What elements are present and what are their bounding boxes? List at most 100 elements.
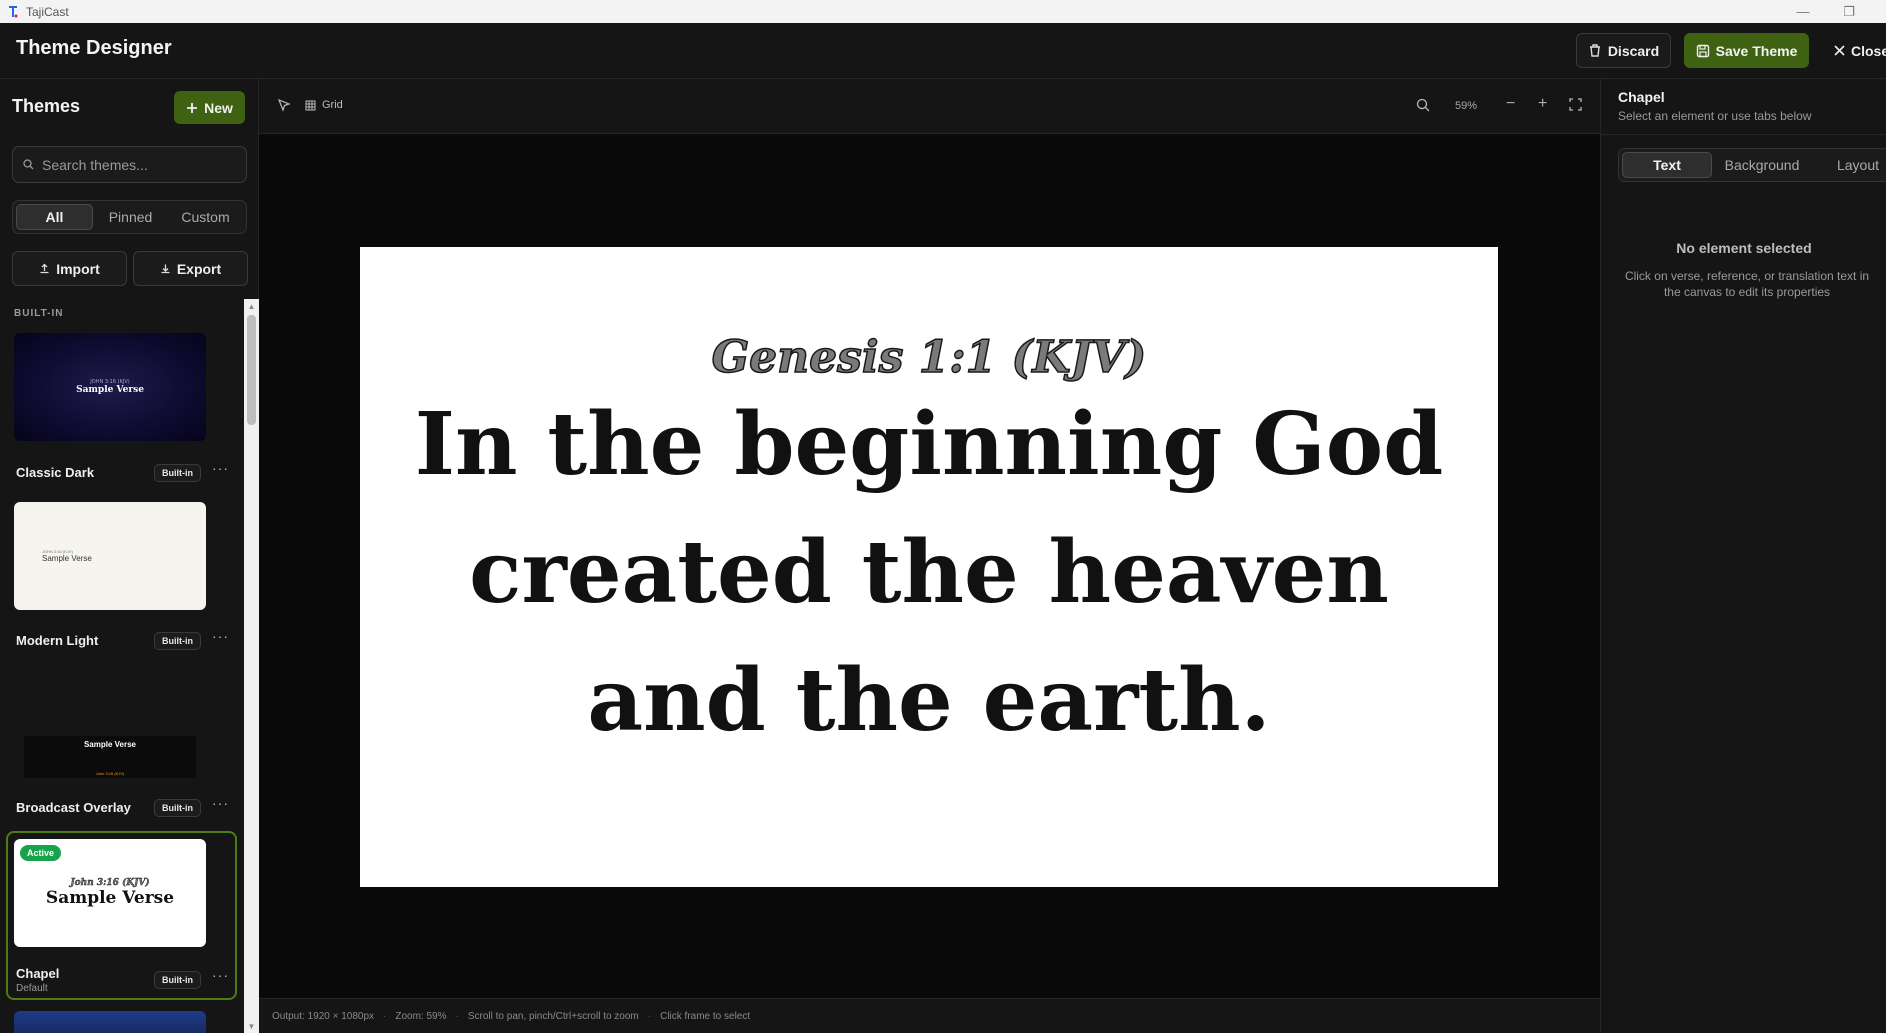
tab-background[interactable]: Background — [1712, 152, 1812, 178]
search-themes-input[interactable] — [42, 156, 232, 173]
zoom-out-icon[interactable]: − — [1506, 95, 1515, 113]
save-theme-button[interactable]: Save Theme — [1684, 33, 1809, 68]
panel-divider — [1601, 134, 1886, 135]
zoom-level-readout: 59% — [1455, 100, 1478, 112]
separator-dot: · — [383, 1010, 387, 1022]
separator-dot: · — [455, 1010, 459, 1022]
window-maximize-button[interactable]: ❐ — [1826, 0, 1872, 23]
verse-line: and the earth. — [587, 649, 1271, 751]
separator-dot: · — [647, 1010, 652, 1022]
scrollbar-thumb[interactable] — [247, 315, 256, 425]
page-title: Theme Designer — [16, 37, 172, 59]
canvas-area: Grid 59% − + Genesis 1:1 (KJV) In the be… — [259, 79, 1600, 1033]
import-button[interactable]: Import — [12, 251, 127, 286]
import-label: Import — [56, 260, 100, 277]
more-options-icon[interactable]: ··· — [212, 628, 229, 644]
theme-list-scrollbar[interactable]: ▲ ▼ — [244, 299, 259, 1033]
active-status-badge: Active — [20, 845, 62, 861]
floppy-disk-icon — [1696, 44, 1710, 58]
tab-text[interactable]: Text — [1622, 152, 1712, 178]
os-app-title: TajiCast — [26, 4, 69, 19]
panel-subtitle: Select an element or use tabs below — [1618, 109, 1812, 123]
new-theme-button[interactable]: New — [174, 91, 245, 124]
theme-card-broadcast-overlay[interactable]: Sample Verse John 3:16 (KJV) Broadcast O… — [6, 670, 237, 820]
close-icon — [1834, 45, 1845, 56]
grid-toggle-button[interactable]: Grid — [305, 99, 343, 111]
empty-state-title: No element selected — [1676, 240, 1812, 256]
upload-icon — [39, 263, 50, 274]
theme-card-modern-light[interactable]: JOHN 3:16 (KJV) Sample Verse Modern Ligh… — [6, 502, 237, 652]
canvas-status-bar: Output: 1920 × 1080px · Zoom: 59% · Scro… — [259, 998, 1600, 1033]
export-button[interactable]: Export — [133, 251, 248, 286]
more-options-icon[interactable]: ··· — [212, 460, 229, 476]
canvas-toolbar: Grid 59% − + — [259, 79, 1600, 134]
preview-reference: John 3:16 (KJV) — [70, 878, 150, 888]
theme-preview-modern-light: JOHN 3:16 (KJV) Sample Verse — [14, 502, 206, 610]
verse-line: In the beginning God — [414, 393, 1444, 495]
panel-theme-title: Chapel — [1618, 89, 1665, 105]
discard-button[interactable]: Discard — [1576, 33, 1671, 68]
fit-to-screen-icon[interactable] — [1569, 98, 1582, 111]
download-icon — [160, 263, 171, 274]
built-in-badge: Built-in — [154, 464, 201, 482]
new-theme-label: New — [204, 99, 233, 116]
theme-list: BUILT-IN JOHN 3:16 (KJV) Sample Verse Cl… — [0, 299, 245, 1033]
lower-third-bar: Sample Verse John 3:16 (KJV) — [24, 736, 196, 778]
scroll-down-arrow-icon[interactable]: ▼ — [244, 1019, 259, 1033]
properties-tabs: Text Background Layout — [1618, 148, 1886, 182]
search-icon — [23, 159, 34, 170]
theme-card-classic-dark[interactable]: JOHN 3:16 (KJV) Sample Verse Classic Dar… — [6, 333, 237, 483]
close-label: Close — [1851, 42, 1886, 59]
search-themes-field[interactable] — [12, 146, 247, 183]
verse-text[interactable]: In the beginning God created the heaven … — [379, 381, 1479, 765]
theme-preview-broadcast-overlay: Sample Verse John 3:16 (KJV) — [14, 670, 206, 778]
tab-layout[interactable]: Layout — [1812, 152, 1886, 178]
preview-reference: John 3:16 (KJV) — [95, 771, 125, 776]
app-header: Theme Designer Discard Save Theme Close — [0, 23, 1886, 79]
verse-line: created the heaven — [469, 521, 1389, 623]
select-pointer-icon[interactable] — [277, 98, 293, 114]
built-in-badge: Built-in — [154, 971, 201, 989]
properties-panel: Chapel Select an element or use tabs bel… — [1600, 79, 1886, 1033]
zoom-status-text: Zoom: 59% — [395, 1010, 447, 1022]
filter-tab-custom[interactable]: Custom — [168, 204, 243, 230]
slide-frame[interactable]: Genesis 1:1 (KJV) In the beginning God c… — [360, 247, 1498, 887]
verse-reference-text[interactable]: Genesis 1:1 (KJV) — [711, 331, 1147, 384]
filter-tab-pinned[interactable]: Pinned — [93, 204, 168, 230]
preview-verse: Sample Verse — [42, 554, 92, 563]
theme-name: Chapel — [16, 966, 60, 981]
grid-icon — [305, 100, 316, 111]
zoom-search-icon[interactable] — [1416, 98, 1430, 112]
window-minimize-button[interactable]: — — [1780, 0, 1826, 23]
save-theme-label: Save Theme — [1715, 42, 1798, 59]
preview-verse: Sample Verse — [45, 888, 175, 908]
filter-tab-all[interactable]: All — [16, 204, 93, 230]
select-hint-text: Click frame to select — [660, 1010, 751, 1022]
trash-icon — [1588, 43, 1602, 58]
preview-verse: Sample Verse — [83, 740, 137, 749]
section-label-built-in: BUILT-IN — [14, 308, 64, 319]
theme-card-chapel[interactable]: John 3:16 (KJV) Sample Verse Active Chap… — [6, 831, 237, 1000]
output-size-text: Output: 1920 × 1080px — [272, 1010, 375, 1022]
theme-name: Classic Dark — [16, 465, 95, 480]
grid-label: Grid — [322, 99, 343, 111]
built-in-badge: Built-in — [154, 799, 201, 817]
sidebar-title: Themes — [12, 96, 81, 116]
theme-filter-tabs: All Pinned Custom — [12, 200, 247, 234]
pan-hint-text: Scroll to pan, pinch/Ctrl+scroll to zoom — [467, 1010, 639, 1022]
empty-state-description: Click on verse, reference, or translatio… — [1624, 269, 1870, 299]
close-button[interactable]: Close — [1824, 33, 1886, 68]
theme-card-next-preview[interactable] — [14, 1011, 206, 1033]
more-options-icon[interactable]: ··· — [212, 967, 229, 983]
zoom-in-icon[interactable]: + — [1538, 95, 1547, 113]
more-options-icon[interactable]: ··· — [212, 795, 229, 811]
app-logo-icon — [6, 5, 20, 19]
theme-default-label: Default — [16, 983, 48, 994]
os-title-bar: TajiCast — ❐ — [0, 0, 1886, 23]
preview-verse: Sample Verse — [76, 385, 144, 395]
scroll-up-arrow-icon[interactable]: ▲ — [244, 299, 259, 313]
theme-name: Modern Light — [16, 633, 99, 648]
plus-icon — [186, 102, 198, 114]
export-label: Export — [176, 260, 222, 277]
built-in-badge: Built-in — [154, 632, 201, 650]
